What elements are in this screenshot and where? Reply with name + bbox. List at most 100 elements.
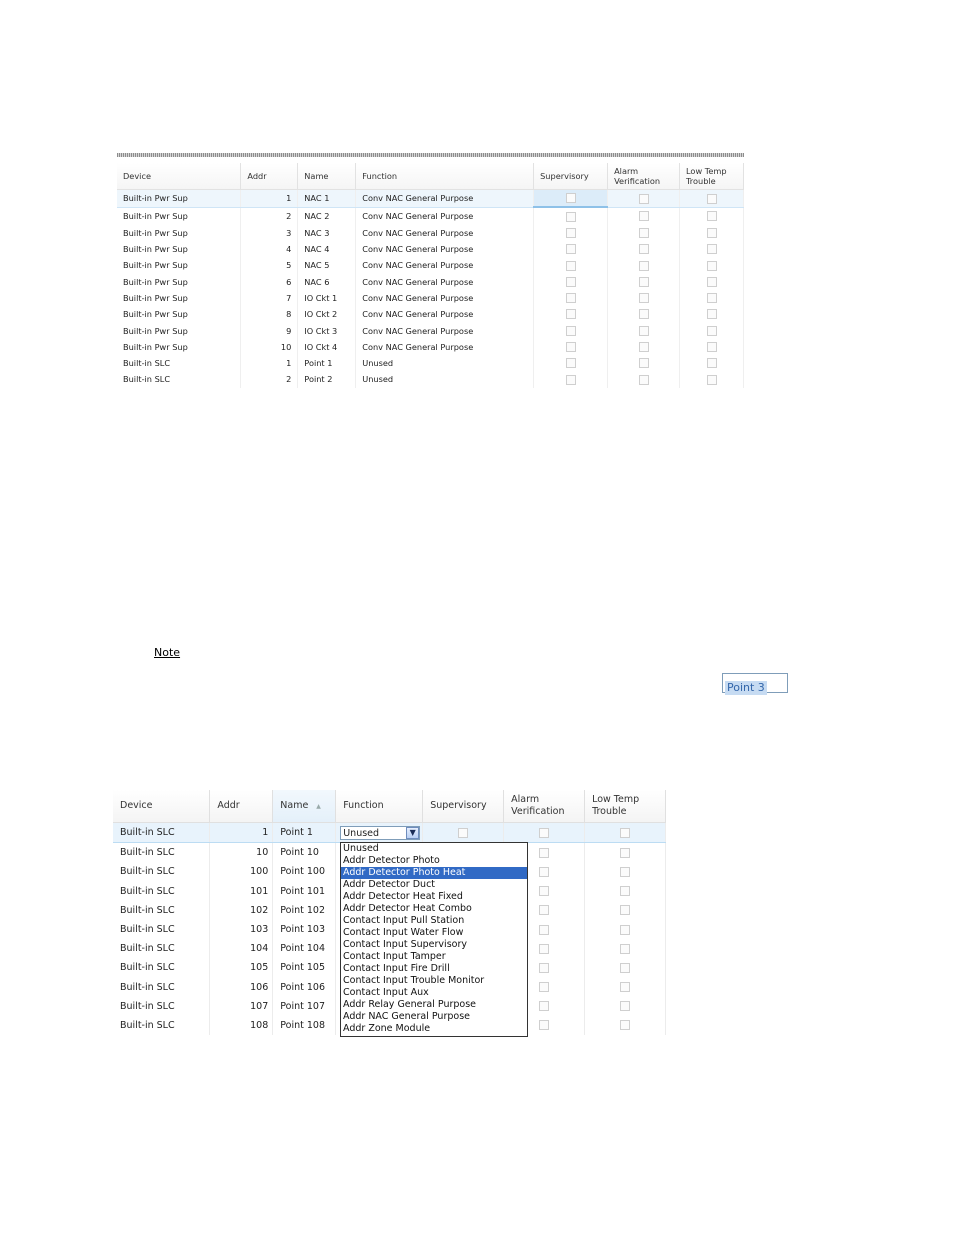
- low-temp-trouble-cell[interactable]: [584, 862, 666, 882]
- alarm-verification-checkbox[interactable]: [638, 325, 649, 336]
- table-row[interactable]: Built-in Pwr Sup 10 IO Ckt 4 Conv NAC Gener…: [117, 338, 744, 355]
- supervisory-checkbox[interactable]: [565, 309, 576, 320]
- table-row[interactable]: Built-in Pwr Sup 4 NAC 4 Conv NAC General P…: [117, 240, 744, 258]
- column-header-function[interactable]: Function: [335, 790, 424, 823]
- low-temp-trouble-checkbox[interactable]: [706, 358, 717, 369]
- low-temp-trouble-checkbox[interactable]: [706, 374, 717, 385]
- low-temp-trouble-checkbox[interactable]: [706, 244, 717, 255]
- name-cell[interactable]: Point 1: [272, 822, 337, 844]
- name-cell[interactable]: Point 103: [272, 919, 337, 940]
- function-cell[interactable]: Conv NAC General Purpose: [355, 338, 535, 355]
- alarm-verification-checkbox[interactable]: [638, 276, 649, 287]
- table-row[interactable]: Built-in Pwr Sup 6 NAC 6 Conv NAC General P…: [117, 273, 744, 290]
- alarm-verification-checkbox[interactable]: [638, 293, 649, 304]
- name-cell[interactable]: IO Ckt 4: [297, 338, 357, 355]
- name-cell[interactable]: Point 108: [272, 1015, 337, 1035]
- function-cell[interactable]: Conv NAC General Purpose: [355, 289, 535, 307]
- dropdown-option[interactable]: Addr Detector Photo Heat: [341, 867, 527, 879]
- supervisory-cell[interactable]: [533, 189, 609, 209]
- column-header-device[interactable]: Device: [117, 163, 242, 190]
- name-cell[interactable]: NAC 3: [297, 224, 357, 241]
- dropdown-option[interactable]: Addr Detector Photo: [341, 855, 527, 867]
- alarm-verification-cell[interactable]: [607, 273, 681, 290]
- name-cell[interactable]: NAC 1: [297, 189, 357, 208]
- dropdown-option[interactable]: Unused: [341, 843, 527, 855]
- supervisory-cell[interactable]: [533, 322, 609, 339]
- supervisory-checkbox[interactable]: [565, 193, 576, 204]
- alarm-verification-cell[interactable]: [607, 257, 681, 274]
- supervisory-cell[interactable]: [533, 338, 609, 355]
- supervisory-cell[interactable]: [533, 224, 609, 241]
- function-dropdown-list[interactable]: Unused Addr Detector Photo Addr Detector P…: [340, 842, 528, 1037]
- alarm-verification-checkbox[interactable]: [638, 374, 649, 385]
- alarm-verification-checkbox[interactable]: [539, 943, 550, 954]
- low-temp-trouble-checkbox[interactable]: [706, 293, 717, 304]
- dropdown-option[interactable]: Contact Input Trouble Monitor: [341, 975, 527, 987]
- function-cell[interactable]: Conv NAC General Purpose: [355, 306, 535, 323]
- table-row[interactable]: Built-in SLC 1 Point 1 Unused: [117, 354, 744, 372]
- low-temp-trouble-checkbox[interactable]: [620, 943, 631, 954]
- supervisory-checkbox[interactable]: [565, 293, 576, 304]
- function-cell[interactable]: Conv NAC General Purpose: [355, 207, 535, 225]
- supervisory-cell[interactable]: [533, 257, 609, 274]
- name-cell[interactable]: Point 107: [272, 996, 337, 1016]
- function-cell[interactable]: Unused: [355, 371, 535, 388]
- column-header-function[interactable]: Function: [355, 163, 535, 190]
- alarm-verification-checkbox[interactable]: [539, 962, 550, 973]
- dropdown-option[interactable]: Contact Input Supervisory: [341, 939, 527, 951]
- low-temp-trouble-checkbox[interactable]: [620, 886, 631, 897]
- low-temp-trouble-cell[interactable]: [584, 958, 666, 978]
- alarm-verification-checkbox[interactable]: [539, 982, 550, 993]
- function-combobox[interactable]: Unused ▼: [340, 825, 421, 840]
- low-temp-trouble-cell[interactable]: [679, 224, 744, 241]
- name-cell[interactable]: Point 100: [272, 862, 337, 882]
- low-temp-trouble-checkbox[interactable]: [620, 905, 631, 916]
- low-temp-trouble-cell[interactable]: [679, 240, 744, 258]
- alarm-verification-checkbox[interactable]: [539, 866, 550, 877]
- alarm-verification-cell[interactable]: [607, 371, 681, 388]
- alarm-verification-cell[interactable]: [607, 240, 681, 258]
- low-temp-trouble-cell[interactable]: [679, 306, 744, 323]
- alarm-verification-checkbox[interactable]: [638, 309, 649, 320]
- name-cell[interactable]: Point 106: [272, 977, 337, 997]
- alarm-verification-checkbox[interactable]: [638, 227, 649, 238]
- chevron-down-icon[interactable]: ▼: [406, 826, 420, 839]
- low-temp-trouble-cell[interactable]: [679, 354, 744, 372]
- low-temp-trouble-checkbox[interactable]: [706, 342, 717, 353]
- function-cell[interactable]: Conv NAC General Purpose: [355, 322, 535, 339]
- table-row[interactable]: Built-in Pwr Sup 9 IO Ckt 3 Conv NAC Genera…: [117, 322, 744, 339]
- supervisory-cell[interactable]: [533, 354, 609, 372]
- supervisory-cell[interactable]: [533, 273, 609, 290]
- column-header-device[interactable]: Device: [113, 790, 211, 823]
- name-edit-field[interactable]: Point 3: [722, 673, 788, 695]
- supervisory-cell[interactable]: [533, 240, 609, 258]
- supervisory-checkbox[interactable]: [565, 374, 576, 385]
- low-temp-trouble-cell[interactable]: [584, 842, 666, 863]
- dropdown-option[interactable]: Contact Input Fire Drill: [341, 963, 527, 975]
- low-temp-trouble-cell[interactable]: [584, 939, 666, 959]
- dropdown-option[interactable]: Contact Input Pull Station: [341, 915, 527, 927]
- table-row[interactable]: Built-in Pwr Sup 7 IO Ckt 1 Conv NAC Genera…: [117, 289, 744, 307]
- low-temp-trouble-cell[interactable]: [679, 189, 744, 208]
- name-cell[interactable]: NAC 6: [297, 273, 357, 290]
- low-temp-trouble-checkbox[interactable]: [620, 982, 631, 993]
- alarm-verification-checkbox[interactable]: [638, 211, 649, 222]
- low-temp-trouble-cell[interactable]: [584, 822, 666, 844]
- alarm-verification-checkbox[interactable]: [638, 358, 649, 369]
- supervisory-checkbox[interactable]: [565, 276, 576, 287]
- column-header-alarm-verification[interactable]: Alarm Verification: [503, 790, 586, 823]
- low-temp-trouble-cell[interactable]: [679, 338, 744, 355]
- name-cell[interactable]: Point 101: [272, 881, 337, 901]
- name-cell[interactable]: Point 104: [272, 939, 337, 959]
- alarm-verification-checkbox[interactable]: [539, 924, 550, 935]
- low-temp-trouble-checkbox[interactable]: [620, 847, 631, 858]
- alarm-verification-cell[interactable]: [607, 207, 681, 225]
- alarm-verification-cell[interactable]: [607, 338, 681, 355]
- table-row[interactable]: Built-in SLC 1 Point 1 Unused ▼: [113, 822, 666, 844]
- low-temp-trouble-cell[interactable]: [584, 977, 666, 997]
- name-cell[interactable]: NAC 4: [297, 240, 357, 258]
- name-cell[interactable]: IO Ckt 3: [297, 322, 357, 339]
- function-cell[interactable]: Conv NAC General Purpose: [355, 257, 535, 274]
- alarm-verification-cell[interactable]: [607, 306, 681, 323]
- low-temp-trouble-cell[interactable]: [584, 1015, 666, 1035]
